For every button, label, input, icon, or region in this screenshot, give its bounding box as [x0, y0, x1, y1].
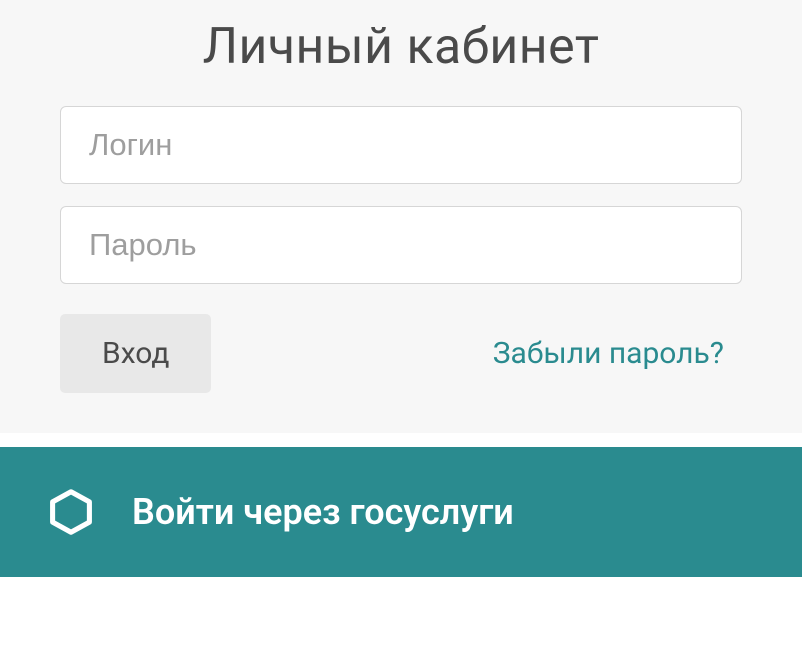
gosuslugi-login-button[interactable]: Войти через госуслуги [0, 447, 802, 577]
login-button[interactable]: Вход [60, 314, 211, 393]
gosuslugi-label: Войти через госуслуги [132, 491, 514, 533]
login-panel: Личный кабинет Вход Забыли пароль? [0, 0, 802, 433]
username-input[interactable] [60, 106, 742, 184]
login-title: Личный кабинет [60, 18, 742, 76]
actions-row: Вход Забыли пароль? [60, 314, 742, 393]
hexagon-icon [48, 489, 94, 535]
forgot-password-link[interactable]: Забыли пароль? [493, 336, 724, 371]
divider [0, 433, 802, 447]
password-input[interactable] [60, 206, 742, 284]
